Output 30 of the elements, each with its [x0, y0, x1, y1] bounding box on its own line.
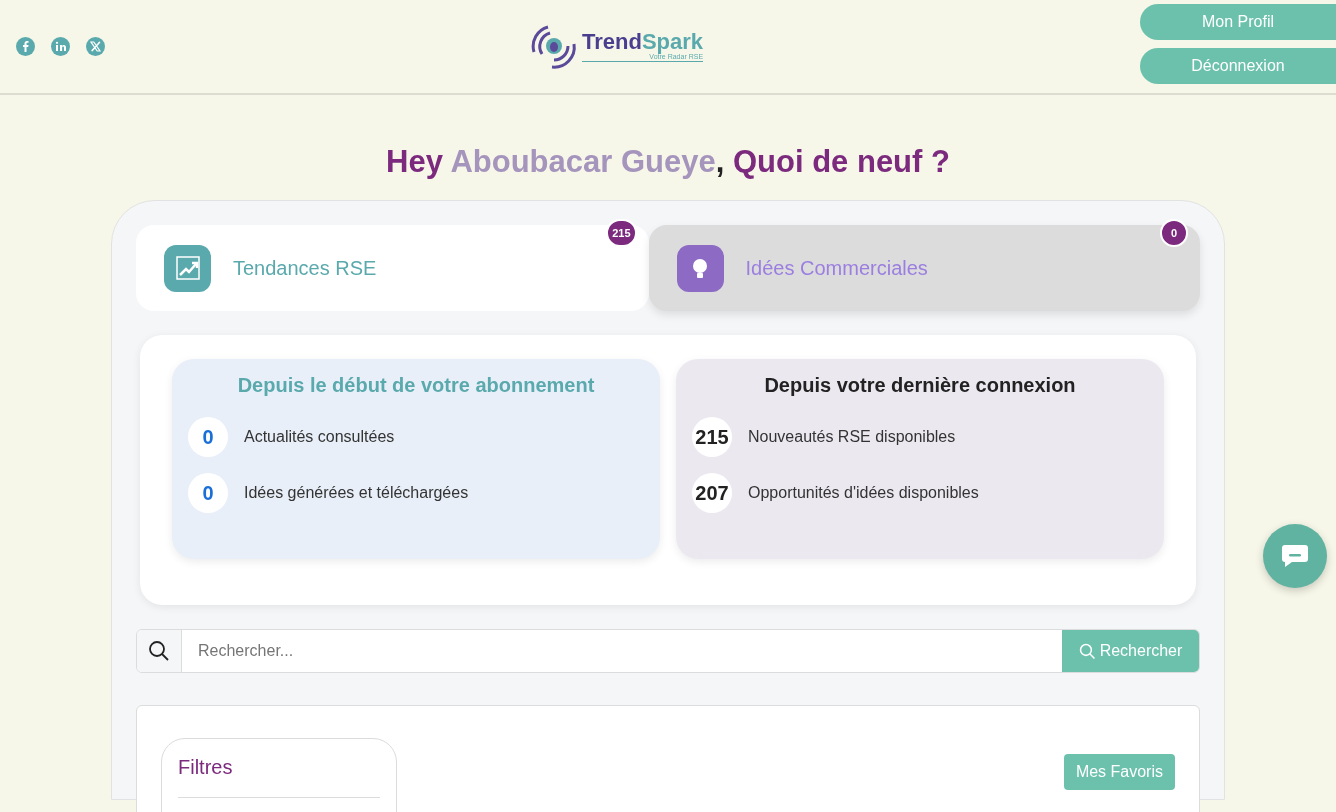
facebook-icon[interactable]: [16, 37, 35, 56]
search-icon: [148, 640, 170, 663]
chart-icon: [164, 244, 211, 292]
greeting-heading: Hey Aboubacar Gueye, Quoi de neuf ?: [385, 143, 951, 181]
stat-number: 0: [188, 417, 228, 458]
stat-number: 215: [692, 417, 732, 458]
favorites-button[interactable]: Mes Favoris: [1063, 754, 1175, 791]
radar-logo-icon: [530, 23, 578, 70]
filters-title: Filtres: [178, 755, 380, 799]
stat-label: Opportunités d'idées disponibles: [748, 483, 979, 504]
search-icon: [1078, 642, 1096, 660]
linkedin-icon[interactable]: [51, 37, 70, 56]
logo-wordmark: TrendSpark: [582, 30, 704, 53]
stat-number: 207: [692, 473, 732, 514]
count-badge: 215: [606, 219, 637, 248]
stat-label: Nouveautés RSE disponibles: [748, 427, 956, 448]
search-button[interactable]: Rechercher: [1062, 630, 1199, 673]
stat-number: 0: [188, 473, 228, 514]
stats-title: Depuis votre dernière connexion: [763, 373, 1077, 398]
stat-label: Idées générées et téléchargées: [244, 483, 469, 504]
stat-label: Actualités consultées: [244, 427, 395, 448]
chat-icon: [1281, 543, 1309, 569]
count-badge: 0: [1160, 219, 1188, 248]
search-field[interactable]: Rechercher... Rechercher: [136, 629, 1200, 674]
x-icon[interactable]: [86, 37, 105, 56]
stats-title: Depuis le début de votre abonnement: [236, 373, 596, 398]
logout-button[interactable]: Déconnexion: [1140, 48, 1336, 84]
lightbulb-icon: [676, 244, 724, 292]
chat-button[interactable]: [1263, 524, 1327, 588]
profile-button[interactable]: Mon Profil: [1140, 4, 1336, 40]
